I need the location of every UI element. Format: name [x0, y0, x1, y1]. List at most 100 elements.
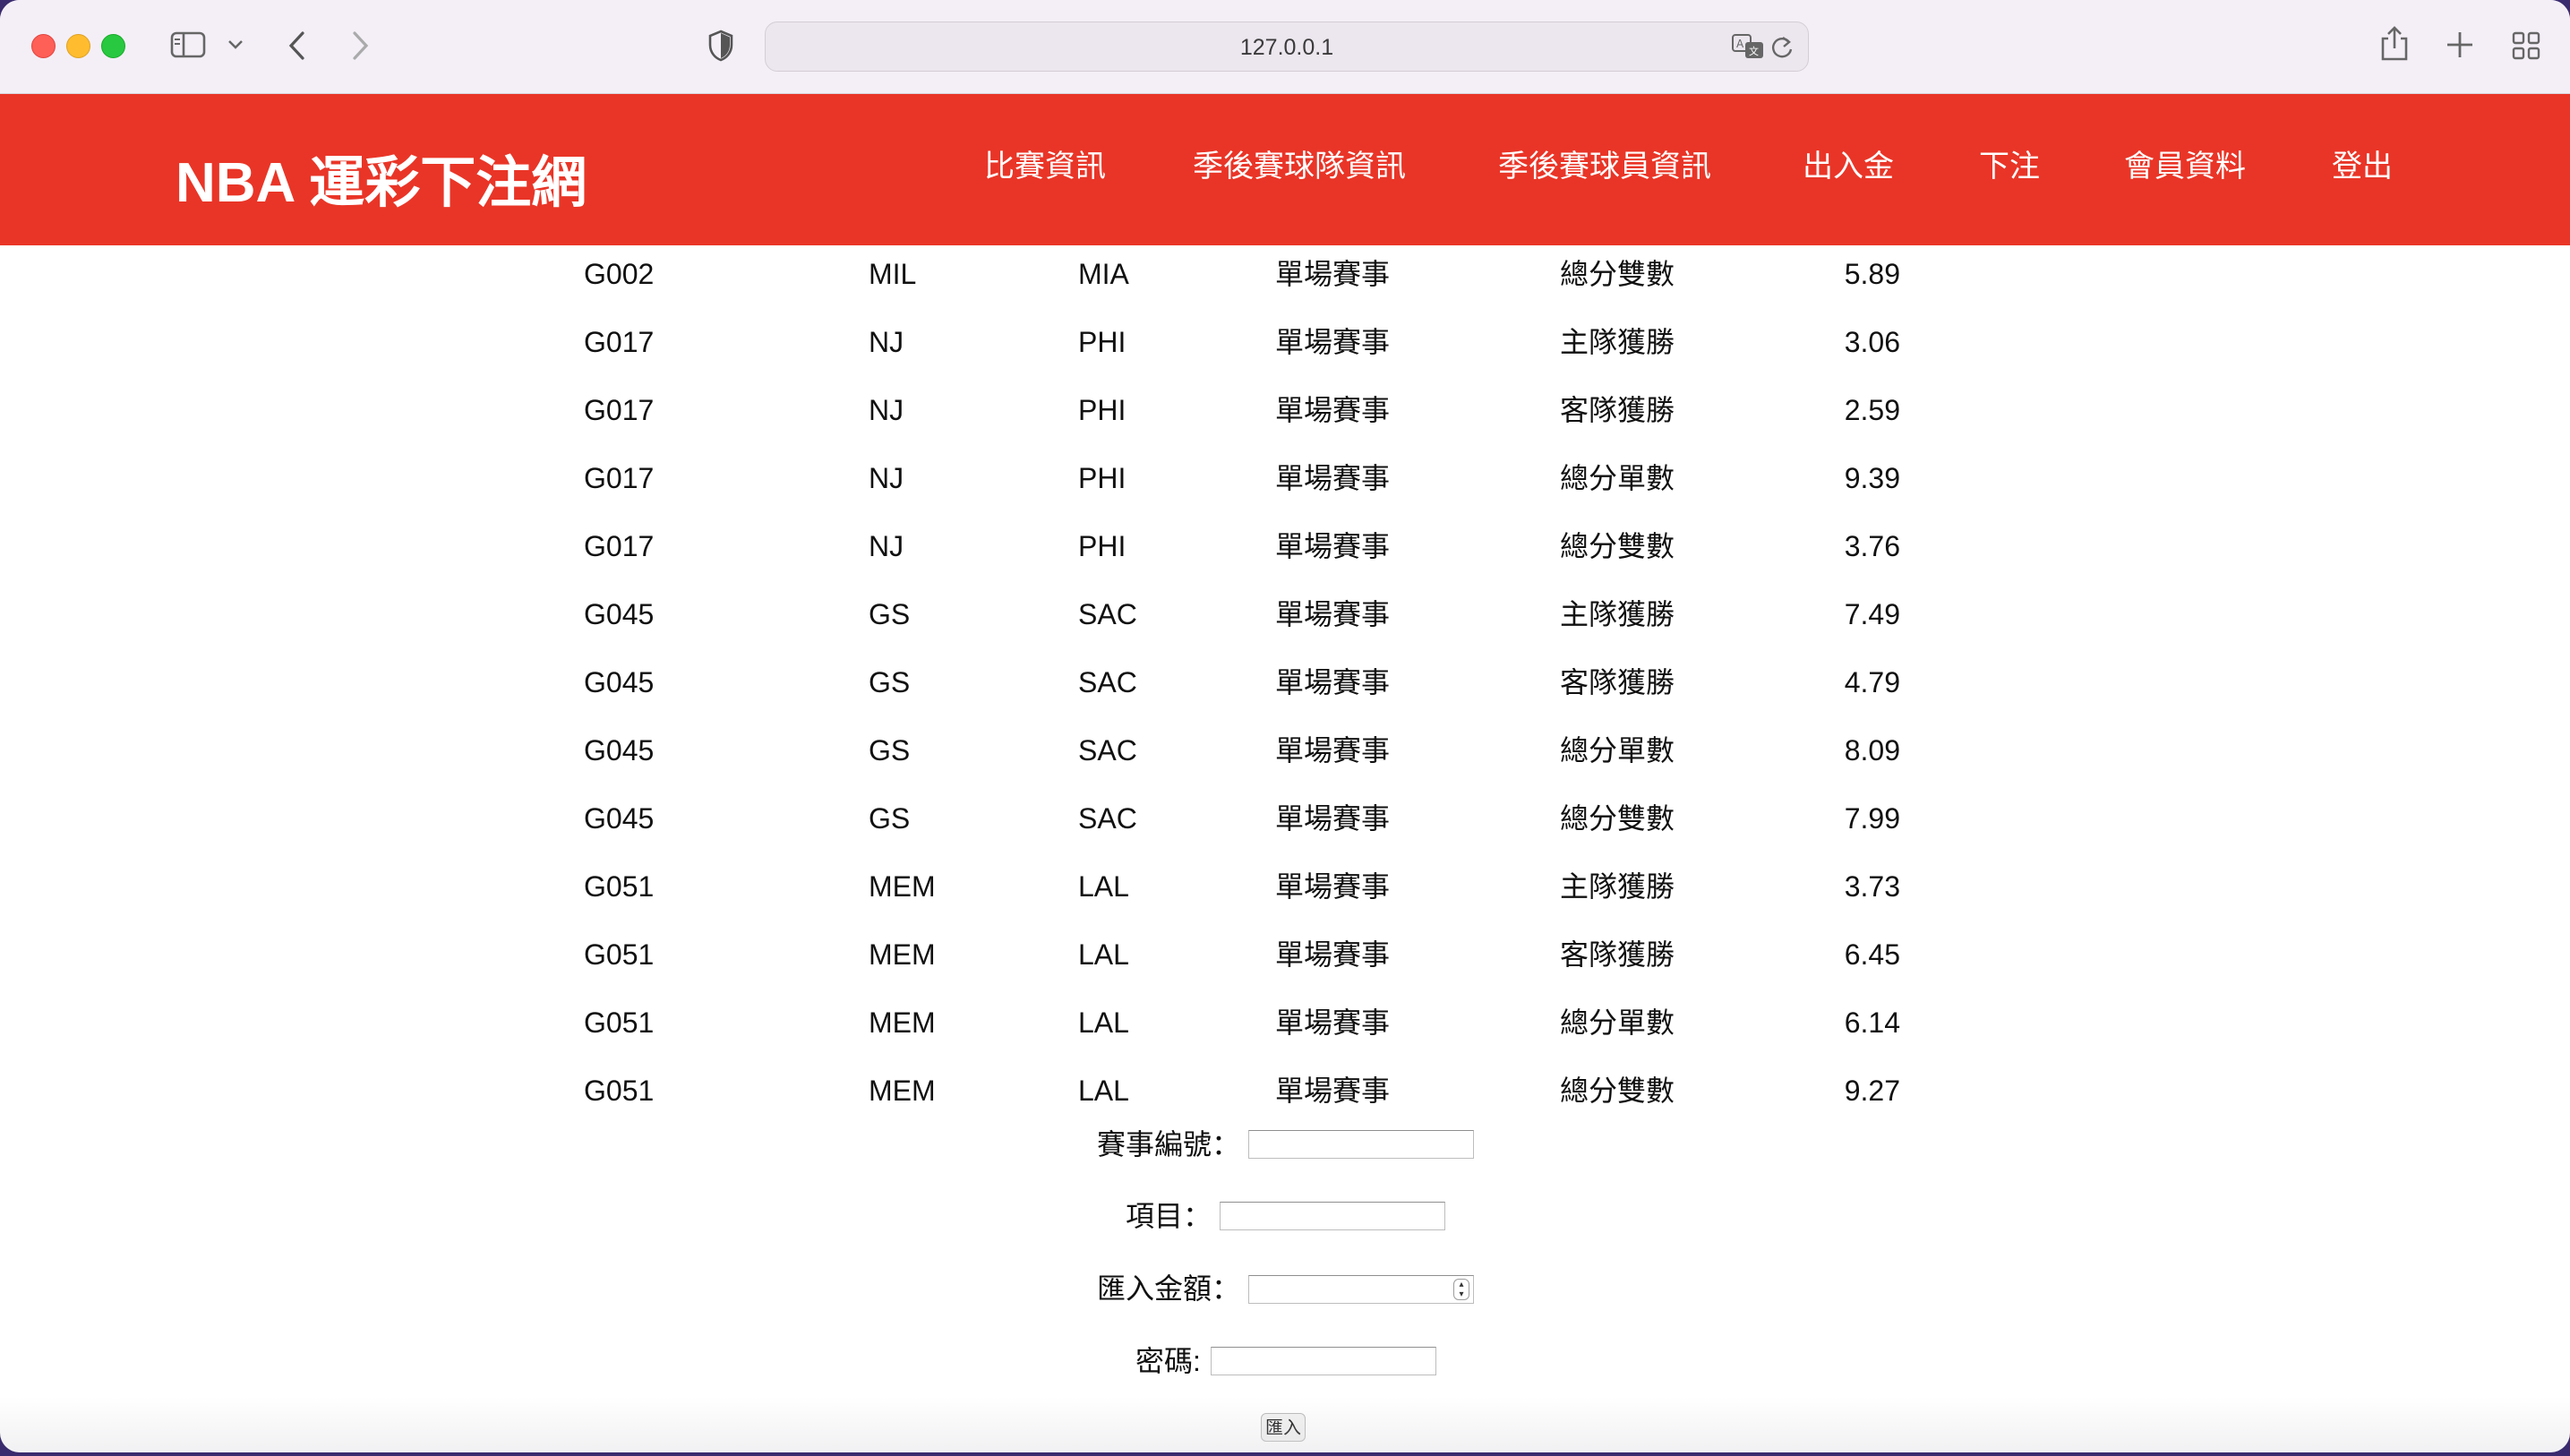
game-id-cell: G051 — [584, 870, 655, 903]
game-id-label: 賽事編號： — [1097, 1128, 1241, 1161]
bet-item-cell: 總分單數 — [1560, 734, 1675, 767]
nav-playoff-teams[interactable]: 季後賽球隊資訊 — [1193, 151, 1406, 182]
odds-cell: 8.09 — [1844, 734, 1900, 767]
deposit-submit-button[interactable]: 匯入 — [1261, 1413, 1306, 1442]
away-team-cell: MEM — [869, 1075, 936, 1107]
password-input[interactable] — [1211, 1347, 1436, 1375]
home-team-cell: LAL — [1078, 938, 1129, 971]
address-bar[interactable]: 127.0.0.1 A文 — [765, 21, 1809, 72]
away-team-cell: NJ — [869, 326, 904, 358]
game-id-input[interactable] — [1248, 1130, 1474, 1159]
home-team-cell: SAC — [1078, 734, 1137, 767]
new-tab-icon[interactable] — [2445, 30, 2475, 60]
home-team-cell: PHI — [1078, 326, 1127, 358]
table-row: G051 MEM LAL 單場賽事 客隊獲勝 6.45 — [0, 940, 2570, 1008]
game-id-cell: G045 — [584, 734, 655, 767]
nav-playoff-players[interactable]: 季後賽球員資訊 — [1498, 151, 1711, 182]
item-input[interactable] — [1220, 1202, 1445, 1230]
home-team-cell: PHI — [1078, 394, 1127, 426]
away-team-cell: NJ — [869, 394, 904, 426]
away-team-cell: MEM — [869, 1006, 936, 1039]
share-icon[interactable] — [2378, 25, 2411, 63]
sidebar-icon[interactable] — [170, 30, 206, 59]
browser-window: 127.0.0.1 A文 NBA 運彩下注網 比賽資訊 季後賽球隊資訊 季後賽球… — [0, 0, 2570, 1452]
bet-type-cell: 單場賽事 — [1275, 326, 1391, 358]
odds-cell: 5.89 — [1844, 258, 1900, 290]
table-row: G017 NJ PHI 單場賽事 總分雙數 3.76 — [0, 532, 2570, 600]
bet-item-cell: 總分雙數 — [1560, 1075, 1675, 1107]
nav-place-bet[interactable]: 下注 — [1979, 151, 2040, 182]
table-row: G017 NJ PHI 單場賽事 客隊獲勝 2.59 — [0, 396, 2570, 464]
table-row: G045 GS SAC 單場賽事 客隊獲勝 4.79 — [0, 668, 2570, 736]
table-row: G051 MEM LAL 單場賽事 總分單數 6.14 — [0, 1008, 2570, 1076]
forward-icon[interactable] — [349, 30, 371, 61]
nav-game-info[interactable]: 比賽資訊 — [984, 151, 1106, 182]
nav-member-info[interactable]: 會員資料 — [2124, 151, 2246, 182]
bet-item-cell: 客隊獲勝 — [1560, 666, 1675, 698]
table-row: G045 GS SAC 單場賽事 主隊獲勝 7.49 — [0, 600, 2570, 668]
minimize-window-button[interactable] — [66, 34, 90, 58]
home-team-cell: SAC — [1078, 666, 1137, 698]
nav-logout[interactable]: 登出 — [2332, 151, 2393, 182]
bet-type-cell: 單場賽事 — [1275, 938, 1391, 971]
amount-label: 匯入金額： — [1097, 1272, 1241, 1305]
svg-text:A: A — [1736, 38, 1744, 50]
table-row: G045 GS SAC 單場賽事 總分單數 8.09 — [0, 736, 2570, 804]
home-team-cell: SAC — [1078, 598, 1137, 630]
game-id-cell: G045 — [584, 598, 655, 630]
amount-stepper[interactable]: ▴ ▾ — [1453, 1279, 1469, 1300]
game-id-cell: G045 — [584, 666, 655, 698]
away-team-cell: MEM — [869, 938, 936, 971]
odds-cell: 9.39 — [1844, 462, 1900, 494]
site-brand[interactable]: NBA 運彩下注網 — [176, 137, 587, 218]
item-label: 項目： — [1126, 1200, 1212, 1232]
odds-cell: 9.27 — [1844, 1075, 1900, 1107]
bet-item-cell: 總分單數 — [1560, 1006, 1675, 1039]
home-team-cell: PHI — [1078, 462, 1127, 494]
away-team-cell: GS — [869, 734, 911, 767]
away-team-cell: NJ — [869, 462, 904, 494]
browser-toolbar: 127.0.0.1 A文 — [0, 0, 2570, 94]
home-team-cell: SAC — [1078, 802, 1137, 835]
game-id-cell: G017 — [584, 462, 655, 494]
home-team-cell: LAL — [1078, 1006, 1129, 1039]
away-team-cell: MIL — [869, 258, 917, 290]
close-window-button[interactable] — [31, 34, 56, 58]
game-id-cell: G017 — [584, 530, 655, 562]
bet-type-cell: 單場賽事 — [1275, 734, 1391, 767]
chevron-down-icon[interactable] — [227, 39, 244, 50]
game-id-cell: G051 — [584, 938, 655, 971]
amount-input[interactable]: ▴ ▾ — [1248, 1275, 1474, 1304]
bet-item-cell: 主隊獲勝 — [1560, 326, 1675, 358]
home-team-cell: LAL — [1078, 1075, 1129, 1107]
game-id-cell: G051 — [584, 1006, 655, 1039]
table-row: G045 GS SAC 單場賽事 總分雙數 7.99 — [0, 804, 2570, 872]
bet-item-cell: 總分雙數 — [1560, 530, 1675, 562]
game-id-cell: G017 — [584, 394, 655, 426]
tab-overview-icon[interactable] — [2511, 30, 2541, 61]
table-row: G017 NJ PHI 單場賽事 總分單數 9.39 — [0, 464, 2570, 532]
nav-deposit-withdraw[interactable]: 出入金 — [1803, 151, 1894, 182]
shield-icon[interactable] — [707, 29, 734, 63]
odds-cell: 7.49 — [1844, 598, 1900, 630]
bet-type-cell: 單場賽事 — [1275, 666, 1391, 698]
bet-type-cell: 單場賽事 — [1275, 462, 1391, 494]
url-text: 127.0.0.1 — [1239, 35, 1334, 60]
reload-icon[interactable] — [1770, 35, 1794, 60]
bet-item-cell: 總分單數 — [1560, 462, 1675, 494]
translate-icon[interactable]: A文 — [1731, 33, 1765, 60]
game-id-cell: G017 — [584, 326, 655, 358]
password-label: 密碼: — [1135, 1345, 1201, 1377]
bet-type-cell: 單場賽事 — [1275, 394, 1391, 426]
bet-type-cell: 單場賽事 — [1275, 530, 1391, 562]
svg-text:文: 文 — [1749, 45, 1759, 57]
away-team-cell: GS — [869, 598, 911, 630]
back-icon[interactable] — [287, 30, 308, 61]
game-id-cell: G045 — [584, 802, 655, 835]
odds-cell: 3.06 — [1844, 326, 1900, 358]
bet-item-cell: 客隊獲勝 — [1560, 938, 1675, 971]
bet-type-cell: 單場賽事 — [1275, 258, 1391, 290]
bet-type-cell: 單場賽事 — [1275, 1006, 1391, 1039]
home-team-cell: MIA — [1078, 258, 1129, 290]
zoom-window-button[interactable] — [101, 34, 125, 58]
